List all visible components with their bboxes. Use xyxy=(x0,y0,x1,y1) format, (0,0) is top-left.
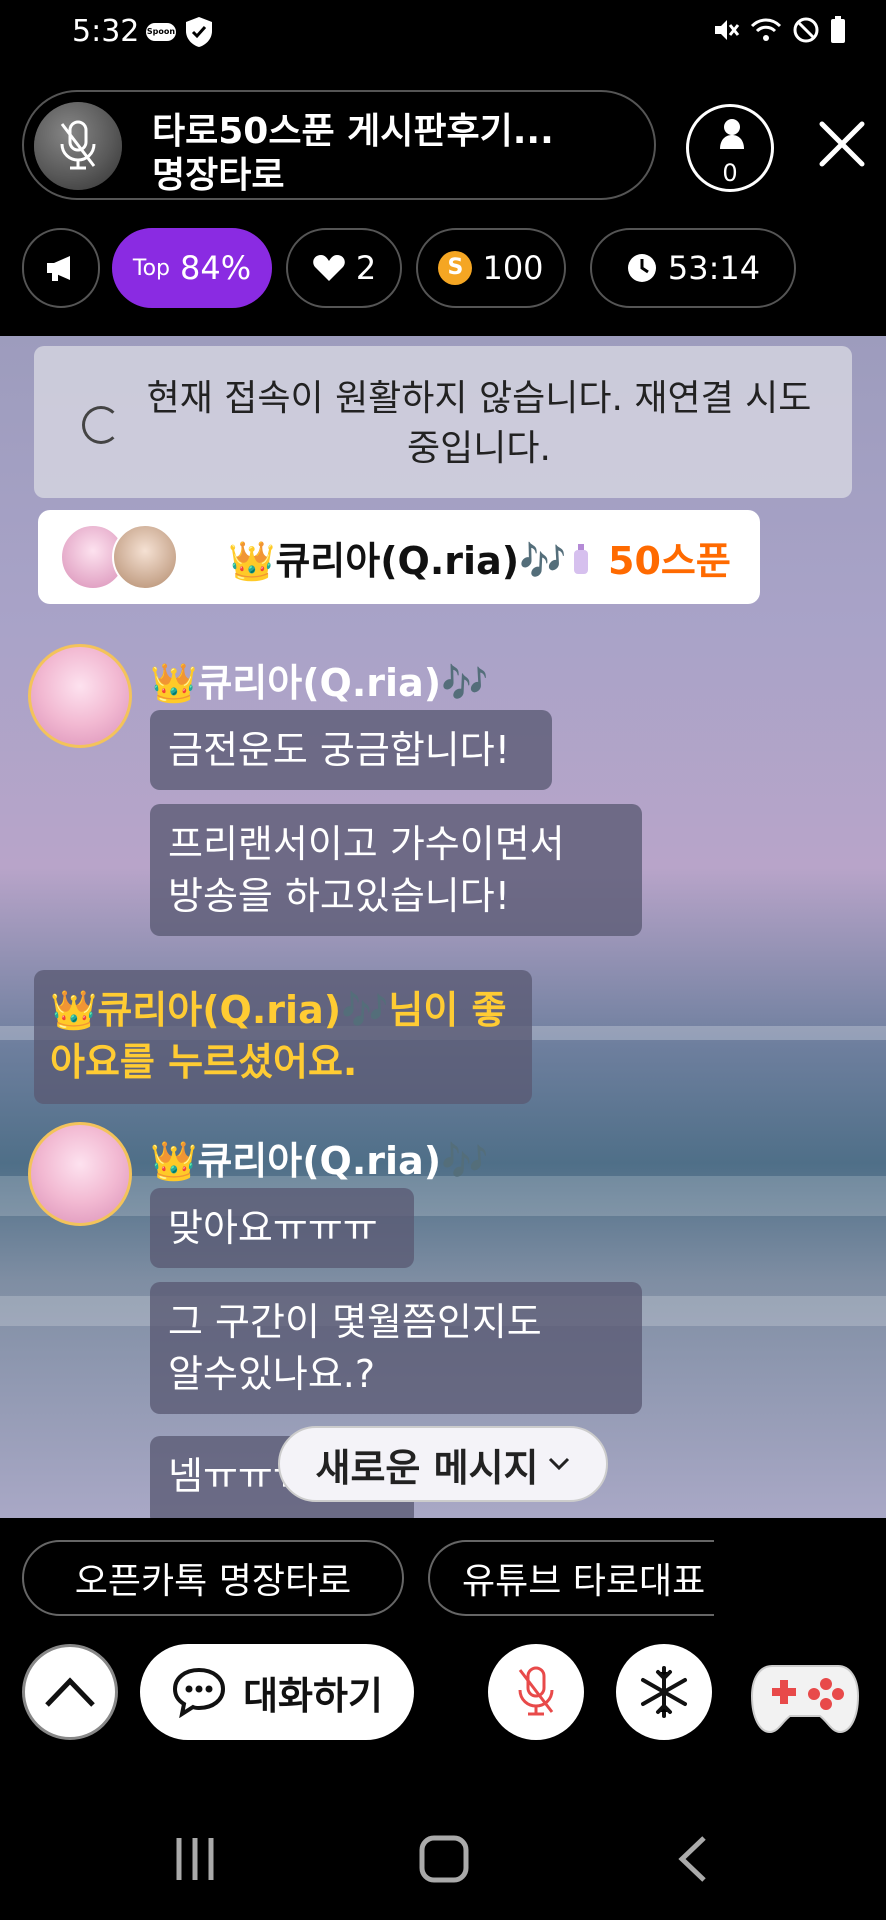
system-nav-bar xyxy=(0,1792,886,1920)
mic-toggle-button[interactable] xyxy=(488,1644,584,1740)
gift-sender-name: 👑큐리아(Q.ria)🎶 xyxy=(228,539,567,583)
heart-icon xyxy=(313,255,345,281)
home-icon[interactable] xyxy=(418,1834,470,1884)
quick-reply-youtube[interactable]: 유튜브 타로대표 xyxy=(428,1540,714,1616)
user-avatar[interactable] xyxy=(28,644,132,748)
clock-icon xyxy=(627,254,656,282)
receiver-avatar xyxy=(112,524,178,590)
listener-button[interactable]: 0 xyxy=(686,104,774,192)
rank-chip[interactable]: Top 84% xyxy=(112,228,272,308)
expand-button[interactable] xyxy=(22,1644,118,1740)
user-avatar[interactable] xyxy=(28,1122,132,1226)
listener-count: 0 xyxy=(722,159,738,187)
spoons-chip[interactable]: S 100 xyxy=(416,228,566,308)
chat-bubble-icon xyxy=(173,1667,226,1718)
recent-apps-icon[interactable] xyxy=(172,1836,218,1882)
chevron-down-icon xyxy=(548,1457,569,1471)
chat-user-name[interactable]: 👑큐리아(Q.ria)🎶 xyxy=(150,1130,488,1185)
reconnect-banner: 현재 접속이 원활하지 않습니다. 재연결 시도 중입니다. xyxy=(34,346,852,498)
chat-bubble: 프리랜서이고 가수이면서 방송을 하고있습니다! xyxy=(150,804,642,936)
likes-count: 2 xyxy=(355,249,377,287)
gift-banner: 👑큐리아(Q.ria)🎶 50스푼 xyxy=(38,510,760,604)
game-controller-icon[interactable] xyxy=(750,1652,860,1738)
freeze-chat-button[interactable] xyxy=(616,1644,712,1740)
rank-percent: 84% xyxy=(180,249,252,287)
reconnect-text: 현재 접속이 원활하지 않습니다. 재연결 시도 중입니다. xyxy=(146,378,812,469)
host-avatar[interactable] xyxy=(34,102,122,190)
like-notice: 👑큐리아(Q.ria)🎶님이 좋아요를 누르셨어요. xyxy=(34,970,532,1104)
rank-label: Top xyxy=(132,255,170,281)
do-not-disturb-icon xyxy=(793,17,819,43)
gift-amount: 50스푼 xyxy=(608,539,731,583)
host-name: 명장타로 xyxy=(152,155,285,196)
spoon-coin-icon: S xyxy=(438,251,473,285)
shield-check-icon xyxy=(186,17,212,47)
person-icon xyxy=(720,119,744,149)
chat-bubble: 그 구간이 몇월쯤인지도 알수있나요.? xyxy=(150,1282,642,1414)
new-message-button[interactable]: 새로운 메시지 xyxy=(278,1426,608,1502)
loading-spinner-icon xyxy=(82,406,120,444)
status-time: 5:32 xyxy=(72,14,140,49)
chat-button[interactable]: 대화하기 xyxy=(140,1644,414,1740)
spoons-count: 100 xyxy=(482,249,544,287)
chat-button-label: 대화하기 xyxy=(243,1673,383,1718)
room-title-pill[interactable]: 타로50스푼 게시판후기... 명장타로 xyxy=(22,90,656,200)
new-message-label: 새로운 메시지 xyxy=(315,1445,539,1490)
chat-bubble: 맞아요ㅠㅠㅠ xyxy=(150,1188,414,1268)
mic-off-icon xyxy=(60,120,96,170)
status-bar: 5:32 Spoon xyxy=(0,0,886,66)
announcement-button[interactable] xyxy=(22,228,100,308)
app-badge: Spoon xyxy=(146,23,176,41)
chat-bubble: 금전운도 궁금합니다! xyxy=(150,710,552,790)
mic-off-icon xyxy=(518,1666,554,1716)
chevron-up-icon xyxy=(45,1677,95,1707)
timer-chip[interactable]: 53:14 xyxy=(590,228,796,308)
chat-user-name[interactable]: 👑큐리아(Q.ria)🎶 xyxy=(150,652,488,707)
wifi-icon xyxy=(750,18,782,41)
quick-reply-label: 유튜브 타로대표 xyxy=(462,1561,706,1602)
megaphone-icon xyxy=(47,256,70,281)
elapsed-time: 53:14 xyxy=(667,249,761,287)
battery-icon xyxy=(831,16,845,43)
mute-icon xyxy=(715,20,740,40)
likes-chip[interactable]: 2 xyxy=(286,228,402,308)
snowflake-icon xyxy=(641,1666,687,1718)
back-icon[interactable] xyxy=(676,1834,710,1884)
quick-reply-open-kakao[interactable]: 오픈카톡 명장타로 xyxy=(22,1540,404,1616)
spoon-bottle-icon xyxy=(574,544,588,574)
quick-reply-label: 오픈카톡 명장타로 xyxy=(74,1561,352,1602)
chat-area[interactable]: 현재 접속이 원활하지 않습니다. 재연결 시도 중입니다. 👑큐리아(Q.ri… xyxy=(0,336,886,1518)
close-icon[interactable] xyxy=(816,118,868,170)
